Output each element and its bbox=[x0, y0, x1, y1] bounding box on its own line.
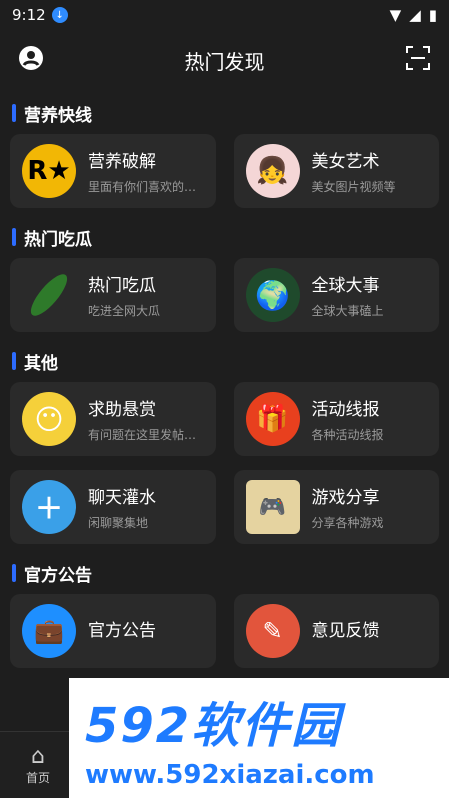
section-title: 热门吃瓜 bbox=[12, 222, 437, 252]
profile-icon[interactable] bbox=[18, 45, 44, 75]
download-icon: ↓ bbox=[51, 7, 68, 23]
status-time: 9:12 bbox=[12, 6, 46, 24]
rockstar-logo-icon: R★ bbox=[22, 144, 76, 198]
feedback-icon: ✎ bbox=[245, 604, 300, 658]
section-title: 其他 bbox=[12, 346, 437, 376]
card-item[interactable]: 🎁 活动线报 各种活动线报 bbox=[233, 382, 439, 456]
card-item[interactable]: 💼 官方公告 bbox=[10, 594, 216, 668]
section-grid: 热门吃瓜 吃进全网大瓜 🌍 全球大事 全球大事磕上 bbox=[0, 252, 449, 346]
watermark: 592软件园 www.592xiazai.com bbox=[69, 678, 449, 798]
emoji-question-icon: 😶 bbox=[22, 392, 76, 446]
section-grid: 💼 官方公告 ✎ 意见反馈 bbox=[0, 588, 449, 682]
content: 营养快线 R★ 营养破解 里面有你们喜欢的… 👧 美女艺术 美女图片视频等 热门吃瓜… bbox=[0, 98, 449, 682]
section-grid: R★ 营养破解 里面有你们喜欢的… 👧 美女艺术 美女图片视频等 bbox=[0, 128, 449, 222]
gift-icon: 🎁 bbox=[245, 392, 300, 446]
status-bar: 9:12 ↓ ▼ ◢ ▮ bbox=[0, 0, 449, 30]
section-title: 官方公告 bbox=[12, 558, 437, 588]
card-item[interactable]: 👧 美女艺术 美女图片视频等 bbox=[233, 134, 439, 208]
nav-home[interactable]: ⌂ 首页 bbox=[26, 744, 50, 786]
card-item[interactable]: ＋ 聊天灌水 闲聊聚集地 bbox=[10, 470, 216, 544]
girl-avatar-icon: 👧 bbox=[245, 144, 300, 198]
home-icon: ⌂ bbox=[31, 744, 45, 769]
signal-icon: ◢ bbox=[409, 6, 421, 24]
card-item[interactable]: 🌍 全球大事 全球大事磕上 bbox=[233, 258, 439, 332]
card-item[interactable]: 🎮 游戏分享 分享各种游戏 bbox=[233, 470, 439, 544]
briefcase-icon: 💼 bbox=[22, 604, 76, 658]
section-grid: 😶 求助悬赏 有问题在这里发帖… 🎁 活动线报 各种活动线报 ＋ 聊天灌水 闲聊聚集地… bbox=[0, 376, 449, 558]
battery-icon: ▮ bbox=[428, 6, 437, 24]
card-item[interactable]: R★ 营养破解 里面有你们喜欢的… bbox=[10, 134, 216, 208]
globe-icon: 🌍 bbox=[245, 268, 300, 322]
page-title: 热门发现 bbox=[184, 49, 265, 74]
section-title: 营养快线 bbox=[12, 98, 437, 128]
cucumber-icon bbox=[22, 268, 76, 322]
app-bar: 热门发现 bbox=[0, 30, 449, 90]
card-item[interactable]: 😶 求助悬赏 有问题在这里发帖… bbox=[10, 382, 216, 456]
card-item[interactable]: 热门吃瓜 吃进全网大瓜 bbox=[10, 258, 216, 332]
wifi-icon: ▼ bbox=[389, 6, 402, 24]
chat-bubble-icon: ＋ bbox=[22, 480, 76, 534]
game-screen-icon: 🎮 bbox=[245, 480, 300, 534]
card-item[interactable]: ✎ 意见反馈 bbox=[233, 594, 439, 668]
scan-icon[interactable] bbox=[405, 45, 431, 75]
